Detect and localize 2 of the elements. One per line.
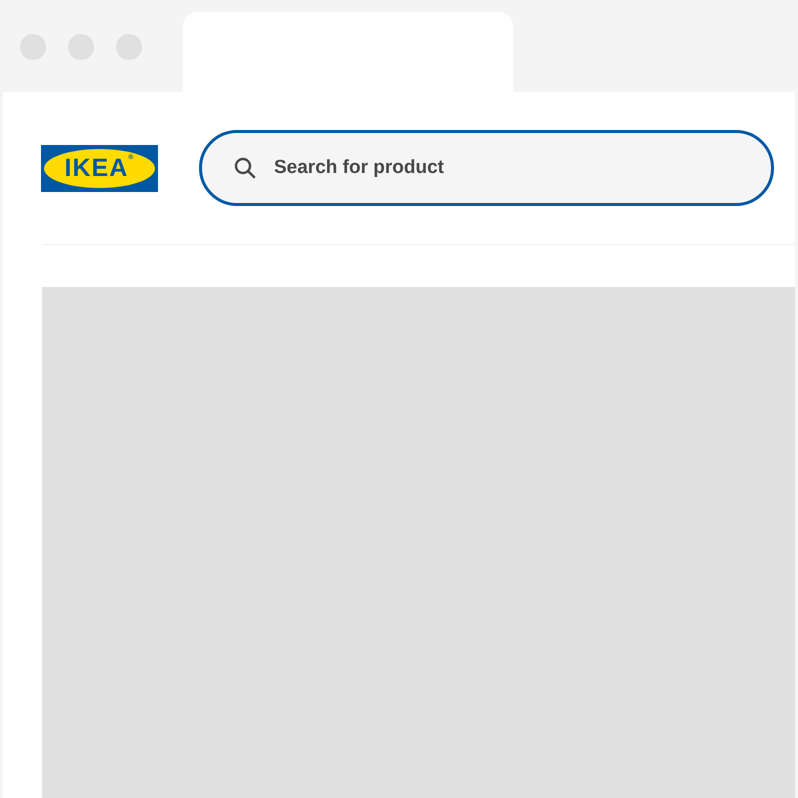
search-field[interactable]: Search for product: [199, 130, 774, 206]
search-icon: [233, 156, 257, 180]
